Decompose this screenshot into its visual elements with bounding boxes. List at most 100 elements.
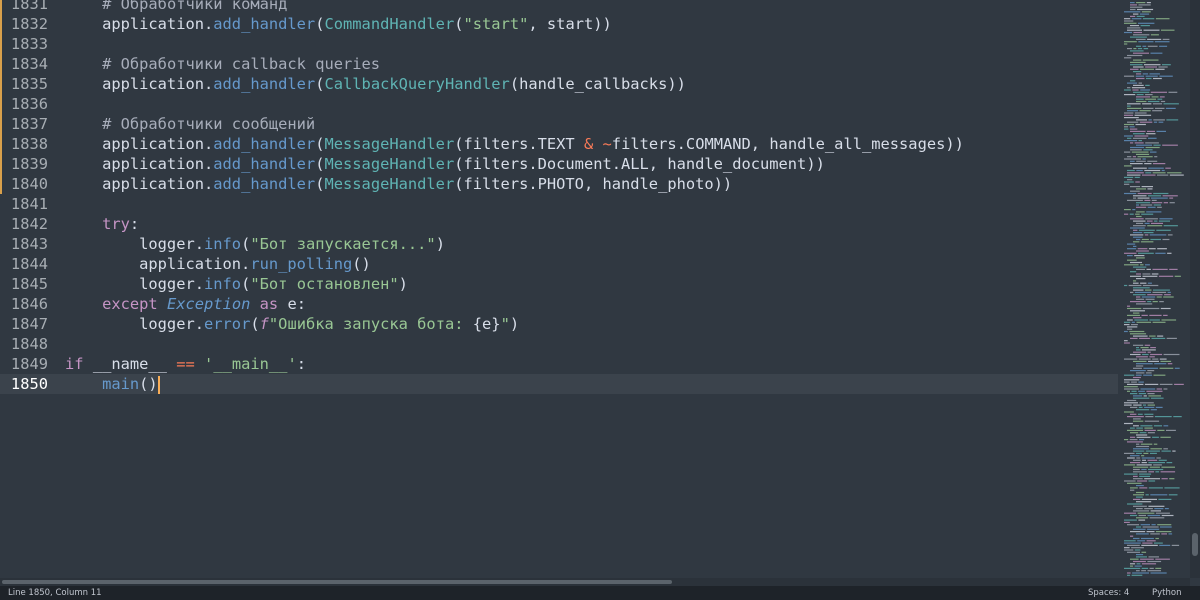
minimap-stroke [1133,52,1149,54]
vertical-scrollbar-thumb[interactable] [1192,532,1198,556]
code-token: # Обработчики команд [102,0,288,13]
line-code: main() [65,374,160,394]
code-line[interactable]: 1843 logger.info("Бот запускается...") [0,234,1118,254]
indentation-selector[interactable]: Spaces: 4 [1088,586,1129,600]
code-line[interactable]: 1845 logger.info("Бот остановлен") [0,274,1118,294]
line-code: logger.error(f"Ошибка запуска бота: {e}"… [65,314,519,334]
minimap-stroke [1145,298,1155,300]
minimap-stroke [1134,114,1152,116]
minimap-stroke [1161,533,1167,535]
minimap-stroke [1148,195,1162,197]
minimap-stroke [1127,107,1142,109]
code-token: __name__ [83,355,177,373]
minimap-stroke [1124,31,1132,34]
minimap-stroke [1136,188,1146,190]
horizontal-scrollbar[interactable] [0,578,1190,586]
line-code: application.add_handler(MessageHandler(f… [65,174,732,194]
minimap-stroke [1159,383,1173,385]
minimap-stroke [1156,388,1162,390]
minimap-stroke [1136,363,1153,365]
minimap-stroke [1154,416,1172,418]
minimap-stroke [1124,158,1141,160]
minimap-stroke [1130,227,1145,229]
line-number: 1849 [10,355,48,373]
minimap-stroke [1136,321,1152,323]
minimap-stroke [1140,264,1144,266]
minimap-stroke [1133,335,1148,337]
minimap-stroke [1147,38,1162,40]
code-token: main [102,375,140,393]
code-token: "Бот запускается..." [250,235,436,253]
minimap[interactable] [1118,0,1188,578]
code-line[interactable]: 1831 # Обработчики команд [0,0,1118,14]
vertical-scrollbar[interactable] [1190,0,1200,578]
code-line[interactable]: 1846 except Exception as e: [0,294,1118,314]
line-number: 1848 [10,335,48,353]
code-line[interactable]: 1838 application.add_handler(MessageHand… [0,134,1118,154]
minimap-stroke [1146,211,1162,213]
minimap-stroke [1145,142,1159,144]
code-line[interactable]: 1847 logger.error(f"Ошибка запуска бота:… [0,314,1118,334]
line-code: application.add_handler(MessageHandler(f… [65,134,964,154]
code-line[interactable]: 1837 # Обработчики сообщений [0,114,1118,134]
minimap-stroke [1153,289,1170,291]
line-number: 1843 [10,235,48,253]
code-line[interactable]: 1850 main() [0,374,1118,394]
minimap-stroke [1136,517,1149,519]
cursor-position-indicator[interactable]: Line 1850, Column 11 [8,586,102,600]
minimap-stroke [1124,404,1132,406]
minimap-stroke [1136,496,1143,498]
minimap-stroke [1130,275,1141,277]
minimap-stroke [1127,572,1131,574]
minimap-stroke [1136,2,1146,4]
code-line[interactable]: 1849 if __name__ == '__main__': [0,354,1118,374]
minimap-stroke [1136,296,1141,298]
minimap-stroke [1149,73,1160,75]
minimap-stroke [1133,317,1142,319]
minimap-stroke [1150,572,1167,574]
minimap-stroke [1133,420,1144,422]
horizontal-scrollbar-thumb[interactable] [2,580,673,584]
minimap-stroke [1130,514,1138,517]
code-line[interactable]: 1835 application.add_handler(CallbackQue… [0,74,1118,94]
minimap-stroke [1147,370,1155,372]
minimap-stroke [1140,89,1151,91]
code-line[interactable]: 1841 [0,194,1118,214]
minimap-stroke [1134,319,1148,321]
code-line[interactable]: 1839 application.add_handler(MessageHand… [0,154,1118,174]
minimap-stroke [1124,264,1139,266]
minimap-stroke [1153,192,1169,195]
minimap-stroke [1124,402,1138,404]
code-line[interactable]: 1848 [0,334,1118,354]
code-token: ) [509,315,520,333]
code-line[interactable]: 1840 application.add_handler(MessageHand… [0,174,1118,194]
minimap-stroke [1131,151,1149,153]
line-number: 1835 [10,75,48,93]
code-line[interactable]: 1836 [0,94,1118,114]
minimap-stroke [1161,29,1175,31]
minimap-stroke [1124,379,1140,381]
code-line[interactable]: 1842 try: [0,214,1118,234]
minimap-stroke [1164,508,1169,510]
code-line[interactable]: 1832 application.add_handler (CommandHand… [0,14,1118,34]
minimap-stroke [1135,374,1142,376]
minimap-stroke [1145,75,1158,77]
minimap-stroke [1159,45,1168,47]
code-token: ) [398,275,408,293]
minimap-stroke [1157,206,1162,208]
minimap-stroke [1156,457,1161,459]
code-line[interactable]: 1834 # Обработчики callback queries [0,54,1118,74]
code-line[interactable]: 1844 application.run_polling() [0,254,1118,274]
code-area[interactable]: 1831 # Обработчики команд 1832 applicatio… [0,0,1118,578]
minimap-stroke [1146,268,1151,270]
minimap-stroke [1127,174,1141,176]
code-line[interactable]: 1833 [0,34,1118,54]
syntax-selector[interactable]: Python [1152,586,1181,600]
minimap-stroke [1155,537,1159,540]
minimap-stroke [1144,383,1159,385]
minimap-stroke [1139,121,1153,123]
minimap-stroke [1124,89,1131,91]
minimap-stroke [1136,508,1143,510]
minimap-stroke [1140,68,1154,70]
